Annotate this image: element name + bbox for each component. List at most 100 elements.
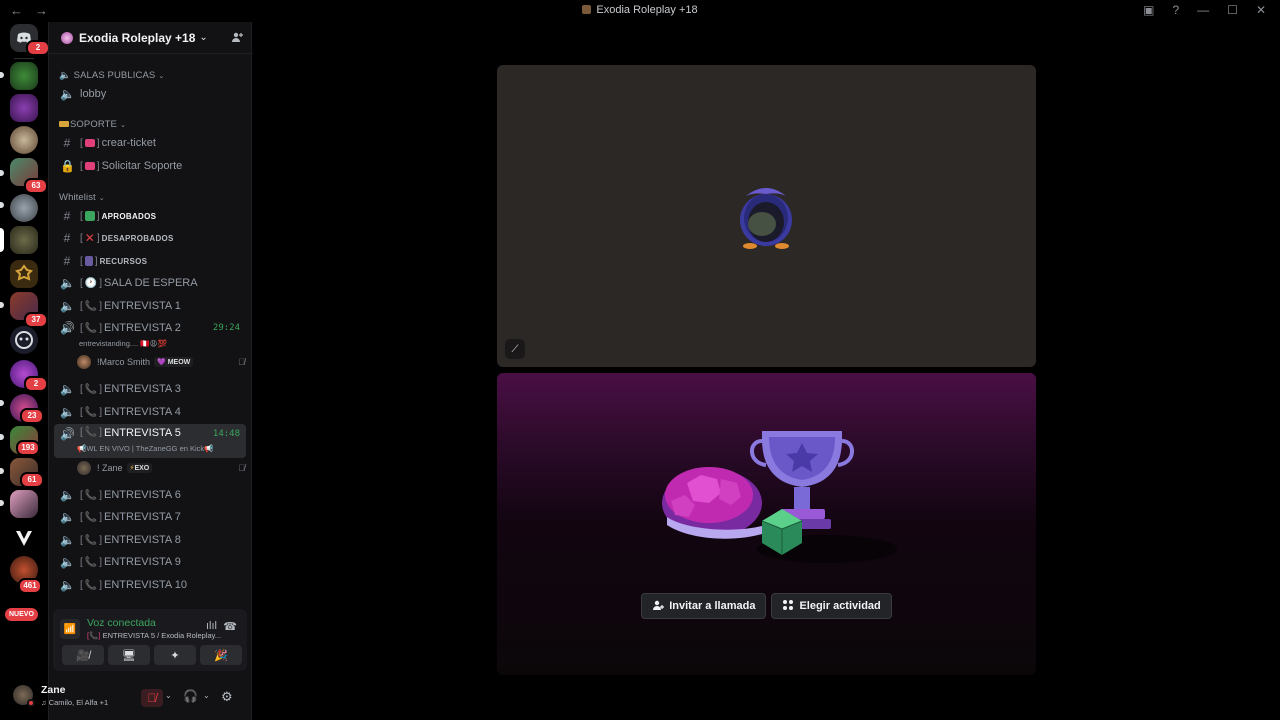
speaker-icon: 🔈 <box>60 87 75 101</box>
chevron-down-icon[interactable]: ⌄ <box>203 691 210 700</box>
category-salas[interactable]: 🔈 SALAS PUBLICAS ⌄ <box>59 70 164 81</box>
server-badge: 63 <box>24 178 48 194</box>
user-panel: Zane ♫ Camilo, El Alfa +1 🎙̸ ⌄ 🎧 ⌄ ⚙ <box>13 677 253 717</box>
server-icon[interactable] <box>10 260 38 288</box>
disconnect-icon[interactable]: ☎ <box>223 620 237 633</box>
participant-tile[interactable]: ⟋ <box>497 65 1036 367</box>
channel-entrevista-2[interactable]: 🔊[📞] ENTREVISTA 2 29:24 <box>54 318 246 338</box>
activities-icon: ✦ <box>170 649 180 662</box>
channel-desaprobados[interactable]: #[✕] DESAPROBADOS <box>54 228 246 248</box>
channel-label: ENTREVISTA 4 <box>104 406 181 418</box>
headphones-icon[interactable]: 🎧 <box>183 689 198 703</box>
voice-user-name: !Marco Smith <box>97 357 151 367</box>
phone-emoji-icon: [📞] <box>87 631 101 640</box>
channel-entrevista-6[interactable]: 🔈[📞] ENTREVISTA 6 <box>54 485 246 505</box>
channel-entrevista-8[interactable]: 🔈[📞] ENTREVISTA 8 <box>54 530 246 550</box>
screen-share-button[interactable]: 🖥 <box>108 645 150 665</box>
lock-icon: 🔒 <box>60 159 75 173</box>
channel-label: ENTREVISTA 10 <box>104 579 187 591</box>
noise-suppression-icon[interactable]: ılıl <box>206 620 217 632</box>
soundboard-button[interactable]: 🎉 <box>200 645 242 665</box>
server-icon[interactable] <box>10 194 38 222</box>
category-whitelist[interactable]: Whitelist ⌄ <box>59 192 105 203</box>
activities-button[interactable]: ✦ <box>154 645 196 665</box>
close-icon[interactable]: ✕ <box>1256 3 1266 17</box>
maximize-icon[interactable]: ☐ <box>1227 3 1238 17</box>
camera-off-button[interactable]: 🎥̸ <box>62 645 104 665</box>
phone-emoji-icon: 📞 <box>84 406 98 418</box>
invite-people-icon[interactable] <box>231 31 243 46</box>
voice-status[interactable]: Voz conectada <box>87 617 156 629</box>
new-unreads-badge[interactable]: NUEVO <box>5 608 38 621</box>
phone-emoji-icon: 📞 <box>84 579 98 591</box>
voice-user[interactable]: ! Zane ⚡EXO 🎙̸ <box>77 459 247 477</box>
unread-pill <box>0 434 4 440</box>
server-icon[interactable] <box>10 126 38 154</box>
channel-label: APROBADOS <box>101 211 157 221</box>
settings-gear-icon[interactable]: ⚙ <box>221 689 233 705</box>
mic-muted-icon: 🎙̸ <box>238 357 245 367</box>
screen-share-icon: 🖥 <box>122 649 136 662</box>
window-title: Exodia Roleplay +18 <box>0 4 1280 16</box>
channel-entrevista-9[interactable]: 🔈[📞] ENTREVISTA 9 <box>54 552 246 572</box>
server-badge: 2 <box>24 376 48 392</box>
avatar <box>77 461 91 475</box>
ticket-emoji-icon <box>84 162 95 170</box>
minimize-icon[interactable]: — <box>1197 3 1209 17</box>
video-off-icon[interactable]: ⟋ <box>505 339 525 359</box>
hash-icon: # <box>63 231 71 245</box>
channel-entrevista-10[interactable]: 🔈[📞] ENTREVISTA 10 <box>54 575 246 595</box>
channel-label: RECURSOS <box>99 256 148 266</box>
server-icon[interactable] <box>10 226 38 254</box>
channel-label: DESAPROBADOS <box>101 233 174 243</box>
server-icon[interactable] <box>10 326 38 354</box>
channel-aprobados[interactable]: #[] APROBADOS <box>54 206 246 226</box>
voice-channel-link[interactable]: [📞] ENTREVISTA 5 / Exodia Roleplay... <box>87 631 221 640</box>
channel-entrevista-7[interactable]: 🔈[📞] ENTREVISTA 7 <box>54 507 246 527</box>
category-label: Whitelist <box>59 192 96 203</box>
signal-icon[interactable]: 📶 <box>60 619 80 639</box>
ticket-emoji-icon <box>84 139 95 147</box>
user-tag-text: EXO <box>134 465 150 472</box>
channel-entrevista-1[interactable]: 🔈[📞] ENTREVISTA 1 <box>54 296 246 316</box>
cross-emoji-icon: ✕ <box>84 231 95 245</box>
chevron-down-icon: ⌄ <box>199 32 208 43</box>
inbox-icon[interactable]: ▣ <box>1143 3 1154 17</box>
invite-to-call-button[interactable]: Invitar a llamada <box>641 593 767 619</box>
voice-channel-text: ENTREVISTA 5 / Exodia Roleplay... <box>102 631 222 640</box>
unread-pill <box>0 170 4 176</box>
channel-entrevista-3[interactable]: 🔈[📞] ENTREVISTA 3 <box>54 379 246 399</box>
channel-label: ENTREVISTA 2 <box>104 322 181 334</box>
category-label: SALAS PUBLICAS <box>73 70 156 81</box>
help-icon[interactable]: ? <box>1172 3 1179 17</box>
user-name[interactable]: Zane <box>41 684 66 696</box>
server-folder-icon[interactable] <box>10 490 38 518</box>
server-rail: 2 63 37 2 23 193 61 461 NUEVO <box>0 22 50 720</box>
mic-toggle-button[interactable]: 🎙̸ <box>141 689 163 707</box>
gold-emblem-icon <box>15 264 33 281</box>
ticket-icon <box>59 121 69 127</box>
channel-lobby[interactable]: 🔈 lobby <box>54 84 246 104</box>
channel-sala-espera[interactable]: 🔈[🕐] SALA DE ESPERA <box>54 273 246 293</box>
channel-recursos[interactable]: #[] RECURSOS <box>54 251 246 271</box>
server-icon[interactable] <box>10 62 38 90</box>
dm-badge: 2 <box>26 40 50 56</box>
channel-solicitar-soporte[interactable]: 🔒[] Solicitar Soporte <box>54 156 246 176</box>
unread-pill <box>0 72 4 78</box>
chevron-down-icon[interactable]: ⌄ <box>165 691 172 700</box>
penguin-avatar-icon <box>740 188 792 249</box>
hash-icon: # <box>63 209 71 223</box>
server-badge: 193 <box>16 440 40 456</box>
music-note-icon: ♫ <box>41 698 47 707</box>
channel-entrevista-4[interactable]: 🔈[📞] ENTREVISTA 4 <box>54 402 246 422</box>
choose-activity-button[interactable]: Elegir actividad <box>771 593 892 619</box>
server-badge: 61 <box>20 472 44 488</box>
speaker-muted-icon: 🔈 <box>60 382 75 396</box>
category-soporte[interactable]: SOPORTE ⌄ <box>59 119 126 130</box>
voice-user[interactable]: !Marco Smith 💜 MEOW 🎙̸ <box>77 353 247 371</box>
server-icon[interactable] <box>10 94 38 122</box>
guild-header[interactable]: Exodia Roleplay +18 ⌄ <box>49 22 253 54</box>
phone-emoji-icon: 📞 <box>84 489 98 501</box>
channel-crear-ticket[interactable]: #[] crear-ticket <box>54 133 246 153</box>
server-icon[interactable] <box>10 524 38 552</box>
